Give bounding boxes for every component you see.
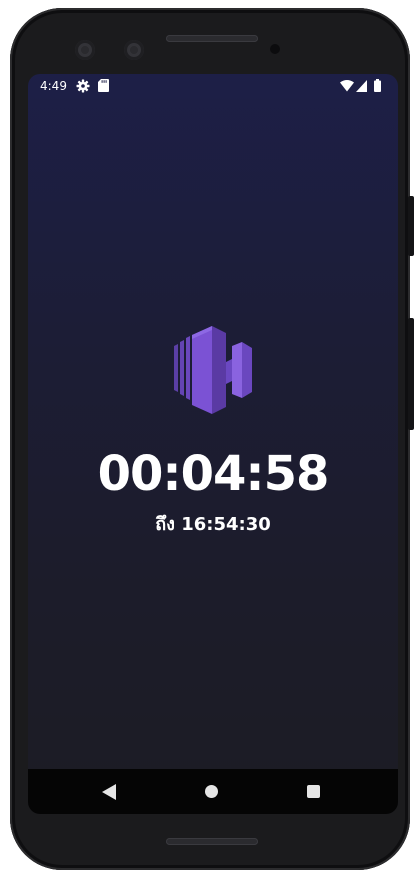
signal-icon (356, 80, 367, 92)
wifi-icon (340, 80, 354, 92)
back-icon[interactable] (102, 784, 116, 800)
recents-icon[interactable] (307, 785, 320, 798)
volume-button (408, 318, 414, 430)
bottom-speaker (166, 838, 258, 845)
home-icon[interactable] (205, 785, 218, 798)
status-bar: 4:49 (28, 74, 398, 98)
proximity-sensor (270, 44, 280, 54)
sd-card-icon (98, 79, 109, 92)
countdown-timer: 00:04:58 (97, 446, 330, 502)
navigation-bar (28, 769, 398, 814)
earpiece-speaker (166, 35, 258, 42)
gear-icon (76, 79, 90, 93)
power-button (408, 196, 414, 256)
status-time: 4:49 (40, 79, 67, 93)
screen: 4:49 00:04:58 ถึง 16:54:30 (28, 74, 398, 814)
front-camera (75, 40, 95, 60)
until-time-label: ถึง 16:54:30 (155, 514, 271, 535)
battery-icon (374, 79, 381, 92)
front-camera-secondary (124, 40, 144, 60)
h-logo-icon (174, 326, 252, 414)
